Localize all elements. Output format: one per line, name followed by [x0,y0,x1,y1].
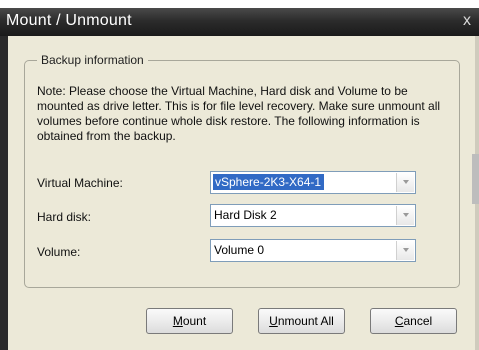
title-bar[interactable]: Mount / Unmount x [0,8,479,36]
background-scrollbar [472,154,479,204]
group-legend: Backup information [37,53,148,67]
chevron-down-icon [403,248,409,252]
hard-disk-label: Hard disk: [37,210,92,224]
mount-label-rest: ount [182,314,207,328]
mount-mnemonic: M [172,314,183,328]
unmount-all-button[interactable]: Unmount All [258,308,345,334]
cancel-button[interactable]: Cancel [370,308,457,334]
virtual-machine-value: vSphere-2K3-X64-1 [213,174,325,190]
chevron-down-icon [403,180,409,184]
virtual-machine-label: Virtual Machine: [37,176,123,190]
unmount-all-label-rest: nmount All [277,314,334,328]
mount-unmount-dialog: Mount / Unmount x Backup information Not… [0,0,479,350]
window-left-border [0,36,8,350]
virtual-machine-dropdown-button[interactable] [396,173,414,192]
close-icon[interactable]: x [463,11,471,31]
hard-disk-dropdown-button[interactable] [396,206,414,225]
volume-label: Volume: [37,245,81,259]
window-title: Mount / Unmount [6,12,132,29]
mount-button[interactable]: Mount [146,308,233,334]
hard-disk-value: Hard Disk 2 [214,208,277,222]
volume-dropdown-button[interactable] [396,241,414,260]
hard-disk-select[interactable]: Hard Disk 2 [210,204,416,227]
virtual-machine-select[interactable]: vSphere-2K3-X64-1 [210,171,416,194]
volume-value: Volume 0 [214,243,265,257]
cancel-label-rest: ancel [403,314,433,328]
note-text: Note: Please choose the Virtual Machine,… [37,84,441,143]
unmount-all-mnemonic: U [269,314,278,328]
volume-select[interactable]: Volume 0 [210,239,416,262]
chevron-down-icon [403,213,409,217]
